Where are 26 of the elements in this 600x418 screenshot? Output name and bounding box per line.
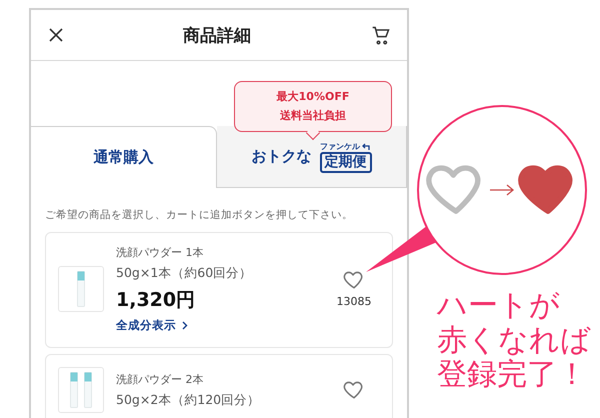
product-card[interactable]: 洗顔パウダー 1本 50g×1本（約60回分） 1,320円 全成分表示 13085 [45,232,393,348]
bottle-icon [77,271,85,308]
product-spec: 50g×1本（約60回分） [116,265,254,282]
bottle-icon [70,372,78,408]
product-card[interactable]: 洗顔パウダー 2本 50g×2本（約120回分） [45,354,393,418]
ingredients-link[interactable]: 全成分表示 [116,318,322,334]
product-spec: 50g×2本（約120回分） [116,392,262,409]
cart-button[interactable] [371,25,391,45]
purchase-tab[interactable]: 通常購入 [31,126,217,188]
instruction-text: ご希望の商品を選択し、カートに追加ボタンを押して下さい。 [44,208,354,224]
chevron-right-icon [182,321,188,330]
close-icon [49,28,63,42]
promo-bubble: 最大10%OFF 送料当社負担 [234,81,392,132]
page-title: 商品詳細 [183,24,251,46]
bottle-icon [84,372,92,408]
product-price: 1,320円 [116,288,196,314]
annotation-caption: ハートが 赤くなれば 登録完了！ [436,287,592,392]
product-name: 洗顔パウダー 1本 [116,245,204,260]
cart-icon [371,25,391,45]
favorite-heart-button[interactable] [343,381,365,400]
return-arrow-icon [362,142,371,150]
favorite-heart-button[interactable] [343,270,365,290]
product-name: 洗顔パウダー 2本 [116,372,204,387]
favorite-count: 13085 [336,295,372,308]
arrow-right-icon [489,184,515,196]
close-button[interactable] [49,28,63,42]
